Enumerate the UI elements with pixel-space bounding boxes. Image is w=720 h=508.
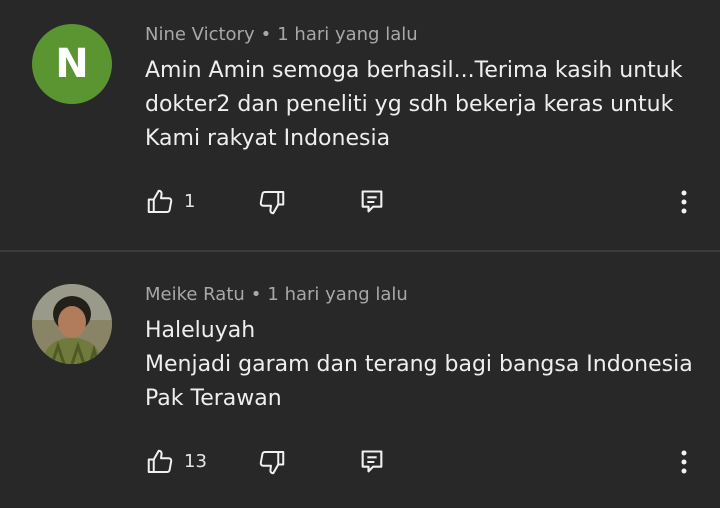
more-vertical-icon: [681, 190, 687, 214]
avatar-letter: N: [55, 41, 89, 87]
comment-author[interactable]: Nine Victory: [145, 24, 255, 45]
more-options-button[interactable]: [667, 185, 701, 219]
comment-time[interactable]: 1 hari yang lalu: [267, 284, 407, 305]
comment-author[interactable]: Meike Ratu: [145, 284, 245, 305]
comment-text: Amin Amin semoga berhasil...Terima kasih…: [145, 54, 705, 156]
comment-item: Meike Ratu • 1 hari yang lalu Haleluyah Me…: [0, 252, 720, 508]
comment-meta: Meike Ratu • 1 hari yang lalu: [145, 284, 408, 305]
thumbs-down-icon: [259, 190, 285, 215]
like-count: 1: [184, 191, 196, 212]
comment-line: Haleluyah: [145, 318, 256, 343]
reply-button[interactable]: [355, 185, 389, 219]
like-button[interactable]: [143, 445, 177, 479]
like-button[interactable]: [143, 185, 177, 219]
comment-text: Haleluyah Menjadi garam dan terang bagi …: [145, 314, 705, 416]
thumbs-up-icon: [147, 189, 173, 214]
comment-line: Pak Terawan: [145, 386, 282, 411]
more-options-button[interactable]: [667, 445, 701, 479]
avatar[interactable]: N: [32, 24, 112, 104]
comment-item: N Nine Victory • 1 hari yang lalu Amin Ami…: [0, 0, 720, 250]
avatar-photo: [32, 284, 112, 364]
reply-icon: [361, 450, 383, 473]
comment-line: Kami rakyat Indonesia: [145, 126, 391, 151]
more-vertical-icon: [681, 450, 687, 474]
comment-meta: Nine Victory • 1 hari yang lalu: [145, 24, 418, 45]
comment-time[interactable]: 1 hari yang lalu: [277, 24, 417, 45]
comment-line: Menjadi garam dan terang bagi bangsa Ind…: [145, 352, 693, 377]
reply-button[interactable]: [355, 445, 389, 479]
dislike-button[interactable]: [255, 185, 289, 219]
comment-line: Amin Amin semoga berhasil...Terima kasih…: [145, 58, 683, 83]
reply-icon: [361, 190, 383, 213]
meta-separator: •: [260, 24, 272, 45]
avatar[interactable]: [32, 284, 112, 364]
like-count: 13: [184, 451, 207, 472]
meta-separator: •: [250, 284, 262, 305]
dislike-button[interactable]: [255, 445, 289, 479]
thumbs-up-icon: [147, 449, 173, 474]
comment-line: dokter2 dan peneliti yg sdh bekerja kera…: [145, 92, 674, 117]
thumbs-down-icon: [259, 450, 285, 475]
